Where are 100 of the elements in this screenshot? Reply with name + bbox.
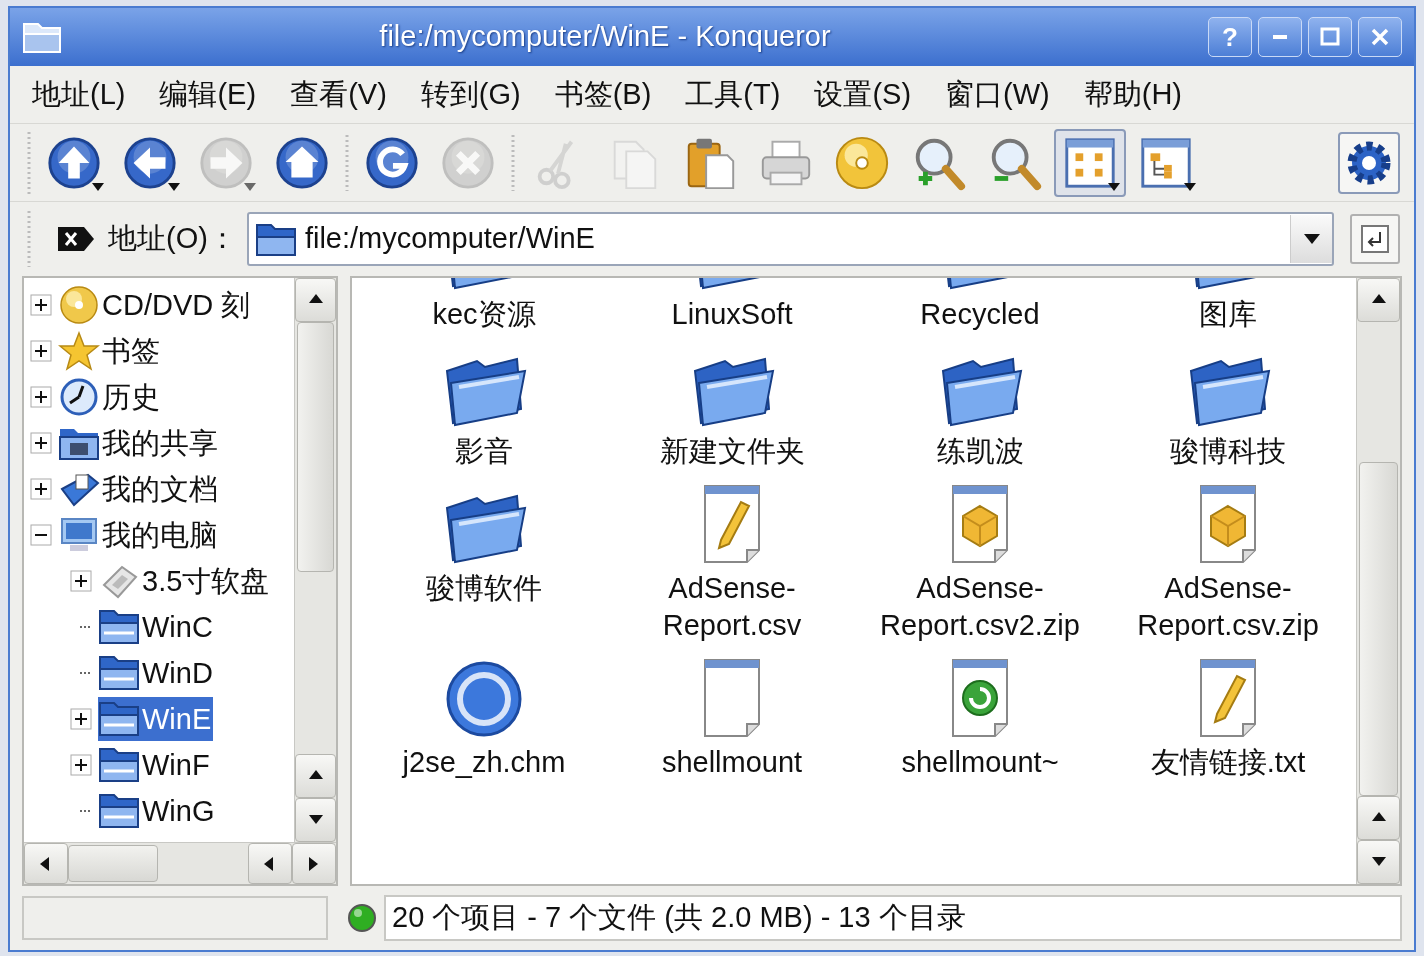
settings-button[interactable] <box>1338 131 1400 194</box>
tree-item[interactable]: WinC <box>98 605 215 649</box>
file-name[interactable]: kec资源 <box>384 296 584 333</box>
minimize-button[interactable] <box>1258 17 1302 57</box>
maximize-button[interactable] <box>1308 17 1352 57</box>
scroll-left-button[interactable] <box>24 843 68 884</box>
folder-icon <box>254 221 297 257</box>
menu-item[interactable]: 工具(T) <box>685 72 781 117</box>
tree-item-label: 书签 <box>102 334 160 368</box>
tree-item-label: WinG <box>142 794 215 828</box>
vertical-scrollbar[interactable] <box>294 278 336 842</box>
expand-icon[interactable] <box>70 570 92 592</box>
menu-item[interactable]: 书签(B) <box>554 72 652 117</box>
tree-item[interactable]: WinD <box>98 651 215 695</box>
tree-item-label: 我的共享 <box>102 426 218 460</box>
file-name[interactable]: LinuxSoft <box>632 296 832 333</box>
dropdown-arrow-icon <box>1108 182 1120 191</box>
scroll-thumb[interactable] <box>68 845 158 882</box>
file-name[interactable]: 影音 <box>384 433 584 470</box>
disc-icon <box>58 285 100 325</box>
tree-item[interactable]: CD/DVD 刻 <box>58 283 253 327</box>
menu-item[interactable]: 窗口(W) <box>945 72 1050 117</box>
tree-line <box>80 672 92 674</box>
menu-item[interactable]: 查看(V) <box>290 72 387 117</box>
expand-icon[interactable] <box>70 754 92 776</box>
expand-icon[interactable] <box>30 340 52 362</box>
tree-item[interactable]: 历史 <box>58 375 162 419</box>
horizontal-scrollbar[interactable] <box>24 842 336 884</box>
menu-item[interactable]: 地址(L) <box>32 72 126 117</box>
file-name[interactable]: AdSense-Report.csv2.zip <box>880 570 1080 644</box>
tree-line <box>80 810 92 812</box>
scroll-thumb[interactable] <box>1359 462 1398 796</box>
file-name[interactable]: 骏博软件 <box>384 570 584 607</box>
file-name[interactable]: shellmount <box>632 744 832 781</box>
scroll-up-button[interactable] <box>295 278 336 322</box>
star-icon <box>58 331 100 371</box>
menu-item[interactable]: 转到(G) <box>420 72 521 117</box>
tree-item-label: WinC <box>142 610 213 644</box>
expand-icon[interactable] <box>70 708 92 730</box>
file-name[interactable]: j2se_zh.chm <box>384 744 584 781</box>
menu-item[interactable]: 帮助(H) <box>1083 72 1182 117</box>
file-name[interactable]: 友情链接.txt <box>1128 744 1328 781</box>
tree-item-label: WinE <box>142 702 212 736</box>
file-name[interactable]: 练凯波 <box>880 433 1080 470</box>
folder-icon <box>22 20 62 54</box>
close-button[interactable] <box>1358 17 1402 57</box>
file-name[interactable]: Recycled <box>880 296 1080 333</box>
go-button[interactable] <box>1350 214 1400 264</box>
icon-view-button[interactable] <box>1054 128 1126 197</box>
status-text: 20 个项目 - 7 个文件 (共 2.0 MB) - 13 个目录 <box>384 895 1402 941</box>
expand-icon[interactable] <box>30 294 52 316</box>
vertical-scrollbar[interactable] <box>1356 278 1400 884</box>
dropdown-arrow-icon <box>92 182 104 191</box>
menu-item[interactable]: 设置(S) <box>814 72 912 117</box>
close-icon <box>1369 26 1391 48</box>
tree-item-label: 我的文档 <box>102 472 218 506</box>
file-name[interactable]: 图库 <box>1128 296 1328 333</box>
tree-item[interactable]: 我的文档 <box>58 467 220 511</box>
scroll-up-button[interactable] <box>295 754 336 798</box>
tree-item-label: 历史 <box>102 380 160 414</box>
tree-item-label: WinD <box>142 656 213 690</box>
file-name[interactable]: AdSense-Report.csv.zip <box>1128 570 1328 644</box>
tree-item[interactable]: 书签 <box>58 329 162 373</box>
clear-field-icon <box>56 225 96 253</box>
maximize-icon <box>1319 26 1341 48</box>
tree-item[interactable]: 我的电脑 <box>58 513 220 557</box>
tree-item[interactable]: WinF <box>98 743 212 787</box>
dropdown-arrow-icon <box>244 182 256 191</box>
window-title: file:/mycomputer/WinE - Konqueror <box>378 19 832 55</box>
collapse-icon[interactable] <box>30 524 52 546</box>
clock-icon <box>58 377 100 417</box>
dropdown-button[interactable] <box>1290 215 1332 263</box>
file-name[interactable]: shellmount~ <box>880 744 1080 781</box>
enter-icon <box>1360 224 1390 254</box>
file-name[interactable]: 骏博科技 <box>1128 433 1328 470</box>
expand-icon[interactable] <box>30 478 52 500</box>
tree-item-label: CD/DVD 刻 <box>102 288 251 322</box>
scroll-right-button[interactable] <box>292 843 336 884</box>
tree-item[interactable]: 3.5寸软盘 <box>98 559 272 603</box>
address-label: 地址(O)： <box>108 221 237 257</box>
dropdown-arrow-icon <box>168 182 180 191</box>
scroll-left-button[interactable] <box>248 843 292 884</box>
tree-item-label: WinF <box>142 748 210 782</box>
minimize-icon <box>1273 35 1287 39</box>
tree-item-label: 3.5寸软盘 <box>142 564 270 598</box>
tree-item-label: 我的电脑 <box>102 518 218 552</box>
tree-item[interactable]: WinE <box>98 697 214 741</box>
expand-icon[interactable] <box>30 386 52 408</box>
scroll-down-button[interactable] <box>1357 840 1400 884</box>
menu-item[interactable]: 编辑(E) <box>159 72 257 117</box>
address-field[interactable]: file:/mycomputer/WinE <box>246 212 1334 266</box>
tree-item[interactable]: 我的共享 <box>58 421 220 465</box>
tree-item[interactable]: WinG <box>98 789 217 833</box>
file-name[interactable]: 新建文件夹 <box>632 433 832 470</box>
scroll-up-button[interactable] <box>1357 796 1400 840</box>
scroll-down-button[interactable] <box>295 798 336 842</box>
scroll-thumb[interactable] <box>297 322 334 572</box>
expand-icon[interactable] <box>30 432 52 454</box>
file-name[interactable]: AdSense-Report.csv <box>632 570 832 644</box>
scroll-up-button[interactable] <box>1357 278 1400 322</box>
